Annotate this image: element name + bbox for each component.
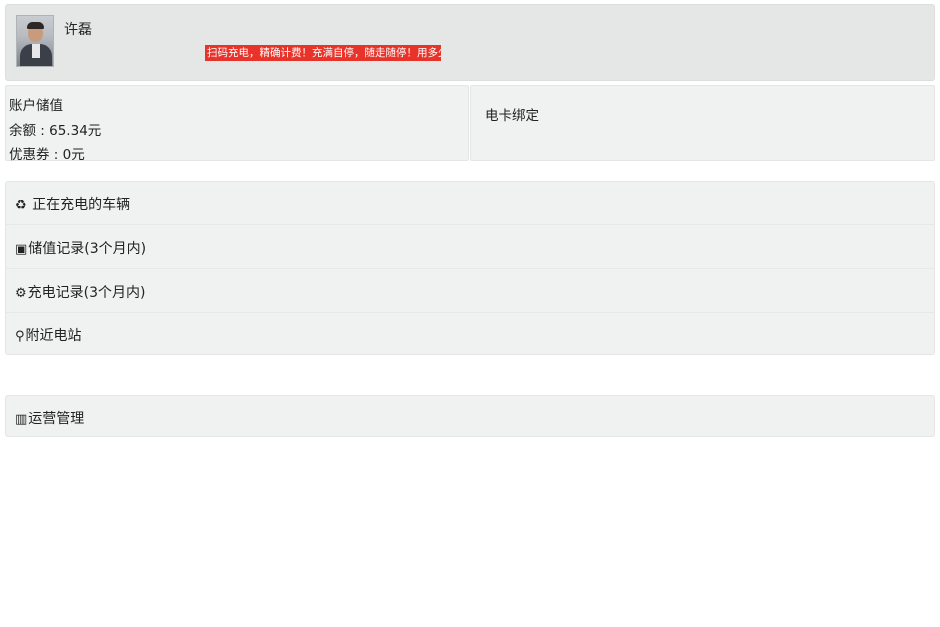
- marquee-notice: 扫码充电，精确计费！充满自停，随走随停！用多少扣多少，不: [205, 45, 441, 61]
- building-icon: ▥: [15, 412, 28, 427]
- menu-item-label: 附近电站: [25, 328, 82, 344]
- charge-icon: ⚙: [15, 286, 27, 301]
- user-header: 许磊 扫码充电，精确计费！充满自停，随走随停！用多少扣多少，不: [5, 4, 935, 81]
- menu-item-charge-records[interactable]: ⚙充电记录(3个月内): [6, 270, 934, 313]
- card-bind-panel[interactable]: 电卡绑定: [470, 85, 935, 161]
- menu-item-operations[interactable]: ▥运营管理: [5, 395, 935, 437]
- pin-icon: ⚲: [15, 329, 25, 344]
- balance-label: 余额 : 65.34元: [9, 123, 102, 139]
- menu-item-label: 充电记录(3个月内): [27, 285, 146, 301]
- username: 许磊: [64, 22, 92, 38]
- page: 许磊 扫码充电，精确计费！充满自停，随走随停！用多少扣多少，不 账户储值 余额 …: [0, 0, 940, 627]
- menu-item-label: 储值记录(3个月内): [28, 241, 147, 257]
- menu-item-charging-vehicles[interactable]: ♻ 正在充电的车辆: [6, 182, 934, 225]
- card-bind-label: 电卡绑定: [485, 108, 539, 124]
- money-icon: ▣: [15, 242, 28, 257]
- main-menu: ♻ 正在充电的车辆 ▣储值记录(3个月内) ⚙充电记录(3个月内) ⚲附近电站: [5, 181, 935, 355]
- menu-item-label: 正在充电的车辆: [32, 197, 131, 213]
- menu-item-nearby-stations[interactable]: ⚲附近电站: [6, 313, 934, 356]
- recycle-icon: ♻: [15, 198, 27, 213]
- avatar[interactable]: [16, 15, 54, 67]
- account-balance-panel[interactable]: 账户储值 余额 : 65.34元 优惠券 : 0元: [5, 85, 469, 163]
- menu-item-topup-records[interactable]: ▣储值记录(3个月内): [6, 226, 934, 269]
- coupon-label: 优惠券 : 0元: [9, 147, 85, 163]
- menu-item-label: 运营管理: [28, 411, 85, 427]
- account-title: 账户储值: [9, 98, 63, 114]
